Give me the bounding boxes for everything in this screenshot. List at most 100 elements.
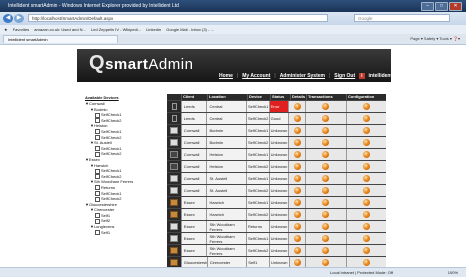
window-title: Intellident smartAdmin - Windows Interne… <box>8 3 179 9</box>
tree-node-label: ▼Cornwall <box>85 101 105 106</box>
configuration-button[interactable]: › <box>362 127 370 134</box>
configuration-button[interactable]: › <box>362 235 370 242</box>
configuration-button[interactable]: › <box>362 163 370 170</box>
tree-node-label: Self1 <box>101 229 111 235</box>
table-row[interactable]: Essex Harwich SelfCheck1 Unknown › › › <box>167 196 386 208</box>
favorites-star-icon[interactable]: ★ <box>4 27 8 32</box>
device-cell: Returns <box>245 221 269 232</box>
tree-device-node[interactable]: Self1 <box>85 230 167 236</box>
transactions-cell: › <box>305 185 346 196</box>
favorite-link[interactable]: Google Mail - Inbox (3) - ... <box>166 27 214 32</box>
details-button[interactable]: › <box>293 247 301 254</box>
table-row[interactable]: Cornwall St. Austell SelfCheck1 Unknown › › › <box>167 172 386 184</box>
device-checkbox[interactable] <box>95 230 100 236</box>
configuration-button[interactable]: › <box>362 223 370 230</box>
browser-tab[interactable]: Intellident smartAdmin <box>3 35 118 43</box>
configuration-button[interactable]: › <box>362 247 370 254</box>
details-button[interactable]: › <box>293 103 301 110</box>
transactions-button[interactable]: › <box>322 175 330 182</box>
tree-node-label: ▼Cirencester <box>90 207 115 213</box>
configuration-button[interactable]: › <box>362 151 370 158</box>
table-row[interactable]: Cornwall Helston SelfCheck2 Unknown › › › <box>167 160 386 172</box>
configuration-button[interactable]: › <box>362 115 370 122</box>
transactions-button[interactable]: › <box>322 151 330 158</box>
device-checkbox[interactable] <box>95 168 100 174</box>
details-button[interactable]: › <box>293 175 301 182</box>
configuration-cell: › <box>345 125 386 136</box>
details-button[interactable]: › <box>293 211 301 218</box>
details-button[interactable]: › <box>293 139 301 146</box>
nav-my-account[interactable]: My Account <box>242 73 270 79</box>
address-input[interactable]: http://localhost/SmartAdmin/Default.aspx <box>28 14 328 22</box>
header-location[interactable]: Location <box>207 94 247 100</box>
configuration-button[interactable]: › <box>362 259 370 266</box>
table-row[interactable]: Leeds Central SelfCheck2 Good › › › <box>167 112 386 124</box>
minimize-button[interactable]: – <box>421 2 434 11</box>
header-device[interactable]: Device <box>247 94 270 100</box>
table-row[interactable]: Gloucestershire Cirencester Self1 Unknown › ›… <box>167 256 386 267</box>
transactions-button[interactable]: › <box>322 223 330 230</box>
location-cell: Helston <box>206 149 246 160</box>
configuration-button[interactable]: › <box>362 199 370 206</box>
configuration-button[interactable]: › <box>362 139 370 146</box>
favorites-button[interactable]: Favorites <box>13 27 29 32</box>
table-row[interactable]: Essex Harwich SelfCheck2 Unknown › › › <box>167 208 386 220</box>
transactions-button[interactable]: › <box>322 163 330 170</box>
table-row[interactable]: Essex Sth Woodham Ferrers SelfCheck1 Unknow… <box>167 232 386 244</box>
details-button[interactable]: › <box>293 127 301 134</box>
favorite-link[interactable]: Led Zeppelin IV - Wikipedi... <box>91 27 141 32</box>
device-checkbox[interactable] <box>95 129 100 135</box>
transactions-button[interactable]: › <box>322 127 330 134</box>
nav-home[interactable]: Home <box>219 73 233 79</box>
device-icon-cell <box>167 221 181 232</box>
details-button[interactable]: › <box>293 259 301 266</box>
details-button[interactable]: › <box>293 223 301 230</box>
table-row[interactable]: Cornwall St. Austell SelfCheck2 Unknown › › › <box>167 184 386 196</box>
header-status[interactable]: Status <box>270 94 290 100</box>
zoom-level[interactable]: 100% <box>448 268 458 277</box>
close-button[interactable]: ✕ <box>449 2 462 11</box>
search-input[interactable]: Google <box>354 14 450 22</box>
location-cell: Bodmin <box>206 137 246 148</box>
transactions-button[interactable]: › <box>322 103 330 110</box>
details-button[interactable]: › <box>293 115 301 122</box>
table-row[interactable]: Cornwall Bodmin SelfCheck2 Unknown › › › <box>167 136 386 148</box>
maximize-button[interactable]: □ <box>435 2 448 11</box>
table-row[interactable]: Leeds Central SelfCheck1 Error › › › <box>167 100 386 112</box>
details-button[interactable]: › <box>293 235 301 242</box>
configuration-button[interactable]: › <box>362 103 370 110</box>
transactions-button[interactable]: › <box>322 259 330 266</box>
configuration-button[interactable]: › <box>362 175 370 182</box>
configuration-button[interactable]: › <box>362 211 370 218</box>
tree-node-label: SelfCheck1 <box>101 190 122 196</box>
client-cell: Cornwall <box>180 137 207 148</box>
device-checkbox[interactable] <box>95 112 100 118</box>
favorite-link[interactable]: Linkedin <box>146 27 161 32</box>
transactions-button[interactable]: › <box>322 199 330 206</box>
command-bar[interactable]: Page ▾ Safety ▾ Tools ▾ ❓▾ <box>410 35 460 43</box>
transactions-button[interactable]: › <box>322 139 330 146</box>
nav-administer-system[interactable]: Administer System <box>280 73 325 79</box>
back-button[interactable]: ◀ <box>3 14 13 23</box>
favorite-link[interactable]: amazon.co.uk: Used and N... <box>34 27 86 32</box>
transactions-button[interactable]: › <box>322 115 330 122</box>
details-button[interactable]: › <box>293 199 301 206</box>
nav-sign-out[interactable]: Sign Out <box>334 73 355 79</box>
details-button[interactable]: › <box>293 187 301 194</box>
transactions-button[interactable]: › <box>322 247 330 254</box>
header-client[interactable]: Client <box>181 94 207 100</box>
forward-button[interactable]: ▶ <box>14 14 24 23</box>
status-cell: Good <box>268 113 289 124</box>
table-row[interactable]: Essex Sth Woodham Ferrers SelfCheck2 Unknow… <box>167 244 386 256</box>
device-checkbox[interactable] <box>95 185 100 191</box>
configuration-button[interactable]: › <box>362 187 370 194</box>
monitor-device-icon <box>170 235 178 242</box>
table-row[interactable]: Cornwall Helston SelfCheck1 Unknown › › › <box>167 148 386 160</box>
transactions-button[interactable]: › <box>322 211 330 218</box>
table-row[interactable]: Essex Sth Woodham Ferrers Returns Unknown › ›… <box>167 220 386 232</box>
table-row[interactable]: Cornwall Bodmin SelfCheck1 Unknown › › › <box>167 124 386 136</box>
details-button[interactable]: › <box>293 151 301 158</box>
transactions-button[interactable]: › <box>322 235 330 242</box>
details-button[interactable]: › <box>293 163 301 170</box>
transactions-button[interactable]: › <box>322 187 330 194</box>
